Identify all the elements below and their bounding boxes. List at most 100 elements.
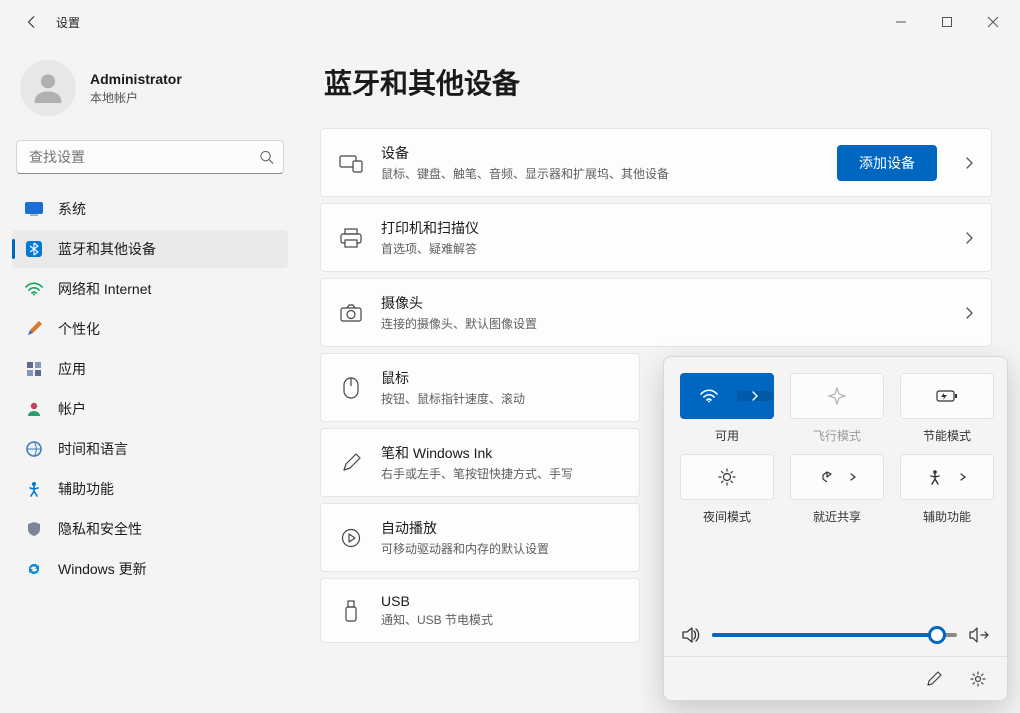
chevron-right-icon — [849, 473, 857, 481]
section-usb[interactable]: USB 通知、USB 节电模式 — [320, 578, 640, 643]
volume-slider[interactable] — [712, 626, 957, 644]
nav-apps[interactable]: 应用 — [12, 350, 288, 388]
section-title: 鼠标 — [381, 368, 623, 388]
section-title: 打印机和扫描仪 — [381, 218, 947, 238]
nav-label: 辅助功能 — [58, 479, 114, 499]
back-button[interactable] — [14, 4, 50, 40]
speaker-icon[interactable] — [682, 627, 700, 643]
section-desc: 鼠标、键盘、触笔、音频、显示器和扩展坞、其他设备 — [381, 165, 821, 182]
section-desc: 通知、USB 节电模式 — [381, 611, 623, 628]
nav-label: 个性化 — [58, 319, 100, 339]
qs-wifi-label: 可用 — [715, 427, 739, 444]
profile-name: Administrator — [90, 71, 182, 87]
accessibility-icon — [24, 481, 44, 497]
edit-quick-settings-button[interactable] — [915, 662, 953, 696]
audio-output-icon[interactable] — [969, 627, 989, 643]
qs-night-toggle[interactable] — [680, 454, 774, 500]
section-desc: 按钮、鼠标指针速度、滚动 — [381, 390, 623, 407]
chevron-right-icon — [963, 307, 975, 319]
profile-sub: 本地帐户 — [90, 89, 182, 106]
update-icon — [24, 561, 44, 577]
camera-icon — [337, 304, 365, 322]
section-camera[interactable]: 摄像头 连接的摄像头、默认图像设置 — [320, 278, 992, 347]
section-autoplay[interactable]: 自动播放 可移动驱动器和内存的默认设置 — [320, 503, 640, 572]
printer-icon — [337, 228, 365, 248]
accessibility-icon — [927, 469, 943, 485]
paintbrush-icon — [24, 321, 44, 337]
qs-wifi-expand[interactable] — [737, 391, 773, 401]
nav-time[interactable]: 时间和语言 — [12, 430, 288, 468]
bluetooth-icon — [24, 241, 44, 257]
nav-label: 帐户 — [58, 399, 86, 419]
search-input[interactable] — [16, 140, 284, 174]
nav-update[interactable]: Windows 更新 — [12, 550, 288, 588]
nav-label: 蓝牙和其他设备 — [58, 239, 156, 259]
usb-icon — [337, 600, 365, 622]
profile-block[interactable]: Administrator 本地帐户 — [12, 52, 288, 134]
airplane-icon — [828, 387, 846, 405]
search-box — [16, 140, 284, 174]
qs-accessibility-toggle[interactable] — [900, 454, 994, 500]
section-desc: 首选项、疑难解答 — [381, 240, 947, 257]
nav-label: 系统 — [58, 199, 86, 219]
section-desc: 可移动驱动器和内存的默认设置 — [381, 540, 623, 557]
qs-accessibility-label: 辅助功能 — [923, 508, 971, 525]
qs-night-label: 夜间模式 — [703, 508, 751, 525]
qs-battery-label: 节能模式 — [923, 427, 971, 444]
minimize-button[interactable] — [878, 6, 924, 38]
nav-label: 应用 — [58, 359, 86, 379]
section-printers[interactable]: 打印机和扫描仪 首选项、疑难解答 — [320, 203, 992, 272]
section-mouse[interactable]: 鼠标 按钮、鼠标指针速度、滚动 — [320, 353, 640, 422]
chevron-right-icon — [750, 391, 760, 401]
section-devices[interactable]: 设备 鼠标、键盘、触笔、音频、显示器和扩展坞、其他设备 添加设备 — [320, 128, 992, 197]
quick-settings-flyout: 可用 飞行模式 节能模式 夜间模式 就近共享 — [663, 356, 1008, 701]
section-title: 设备 — [381, 143, 821, 163]
section-pen[interactable]: 笔和 Windows Ink 右手或左手、笔按钮快捷方式、手写 — [320, 428, 640, 497]
nav-label: 隐私和安全性 — [58, 519, 142, 539]
nav-privacy[interactable]: 隐私和安全性 — [12, 510, 288, 548]
nav-accounts[interactable]: 帐户 — [12, 390, 288, 428]
nav-personalization[interactable]: 个性化 — [12, 310, 288, 348]
brightness-icon — [718, 468, 736, 486]
section-title: 摄像头 — [381, 293, 947, 313]
qs-share-label: 就近共享 — [813, 508, 861, 525]
devices-icon — [337, 153, 365, 173]
qs-battery-toggle[interactable] — [900, 373, 994, 419]
autoplay-icon — [337, 528, 365, 548]
close-button[interactable] — [970, 6, 1016, 38]
chevron-right-icon — [963, 232, 975, 244]
wifi-icon — [24, 282, 44, 296]
chevron-right-icon — [959, 473, 967, 481]
apps-icon — [24, 361, 44, 377]
titlebar: 设置 — [0, 0, 1020, 44]
nav-bluetooth[interactable]: 蓝牙和其他设备 — [12, 230, 288, 268]
section-desc: 连接的摄像头、默认图像设置 — [381, 315, 947, 332]
qs-share-toggle[interactable] — [790, 454, 884, 500]
nav-network[interactable]: 网络和 Internet — [12, 270, 288, 308]
all-settings-button[interactable] — [959, 662, 997, 696]
search-icon — [259, 150, 274, 165]
pen-icon — [337, 453, 365, 473]
qs-airplane-toggle[interactable] — [790, 373, 884, 419]
nav-accessibility[interactable]: 辅助功能 — [12, 470, 288, 508]
page-title: 蓝牙和其他设备 — [324, 62, 992, 102]
nav-label: Windows 更新 — [58, 559, 147, 579]
qs-airplane-label: 飞行模式 — [813, 427, 861, 444]
window-title: 设置 — [56, 14, 80, 31]
wifi-icon — [700, 389, 718, 403]
add-device-button[interactable]: 添加设备 — [837, 145, 937, 181]
qs-wifi-toggle[interactable] — [680, 373, 774, 419]
avatar — [20, 60, 76, 116]
maximize-button[interactable] — [924, 6, 970, 38]
volume-control — [680, 620, 991, 648]
share-icon — [817, 469, 833, 485]
nav-label: 时间和语言 — [58, 439, 128, 459]
section-title: 笔和 Windows Ink — [381, 443, 623, 463]
monitor-icon — [24, 202, 44, 216]
chevron-right-icon — [963, 157, 975, 169]
section-title: USB — [381, 593, 623, 609]
nav-label: 网络和 Internet — [58, 279, 151, 299]
globe-clock-icon — [24, 441, 44, 457]
nav-system[interactable]: 系统 — [12, 190, 288, 228]
section-desc: 右手或左手、笔按钮快捷方式、手写 — [381, 465, 623, 482]
